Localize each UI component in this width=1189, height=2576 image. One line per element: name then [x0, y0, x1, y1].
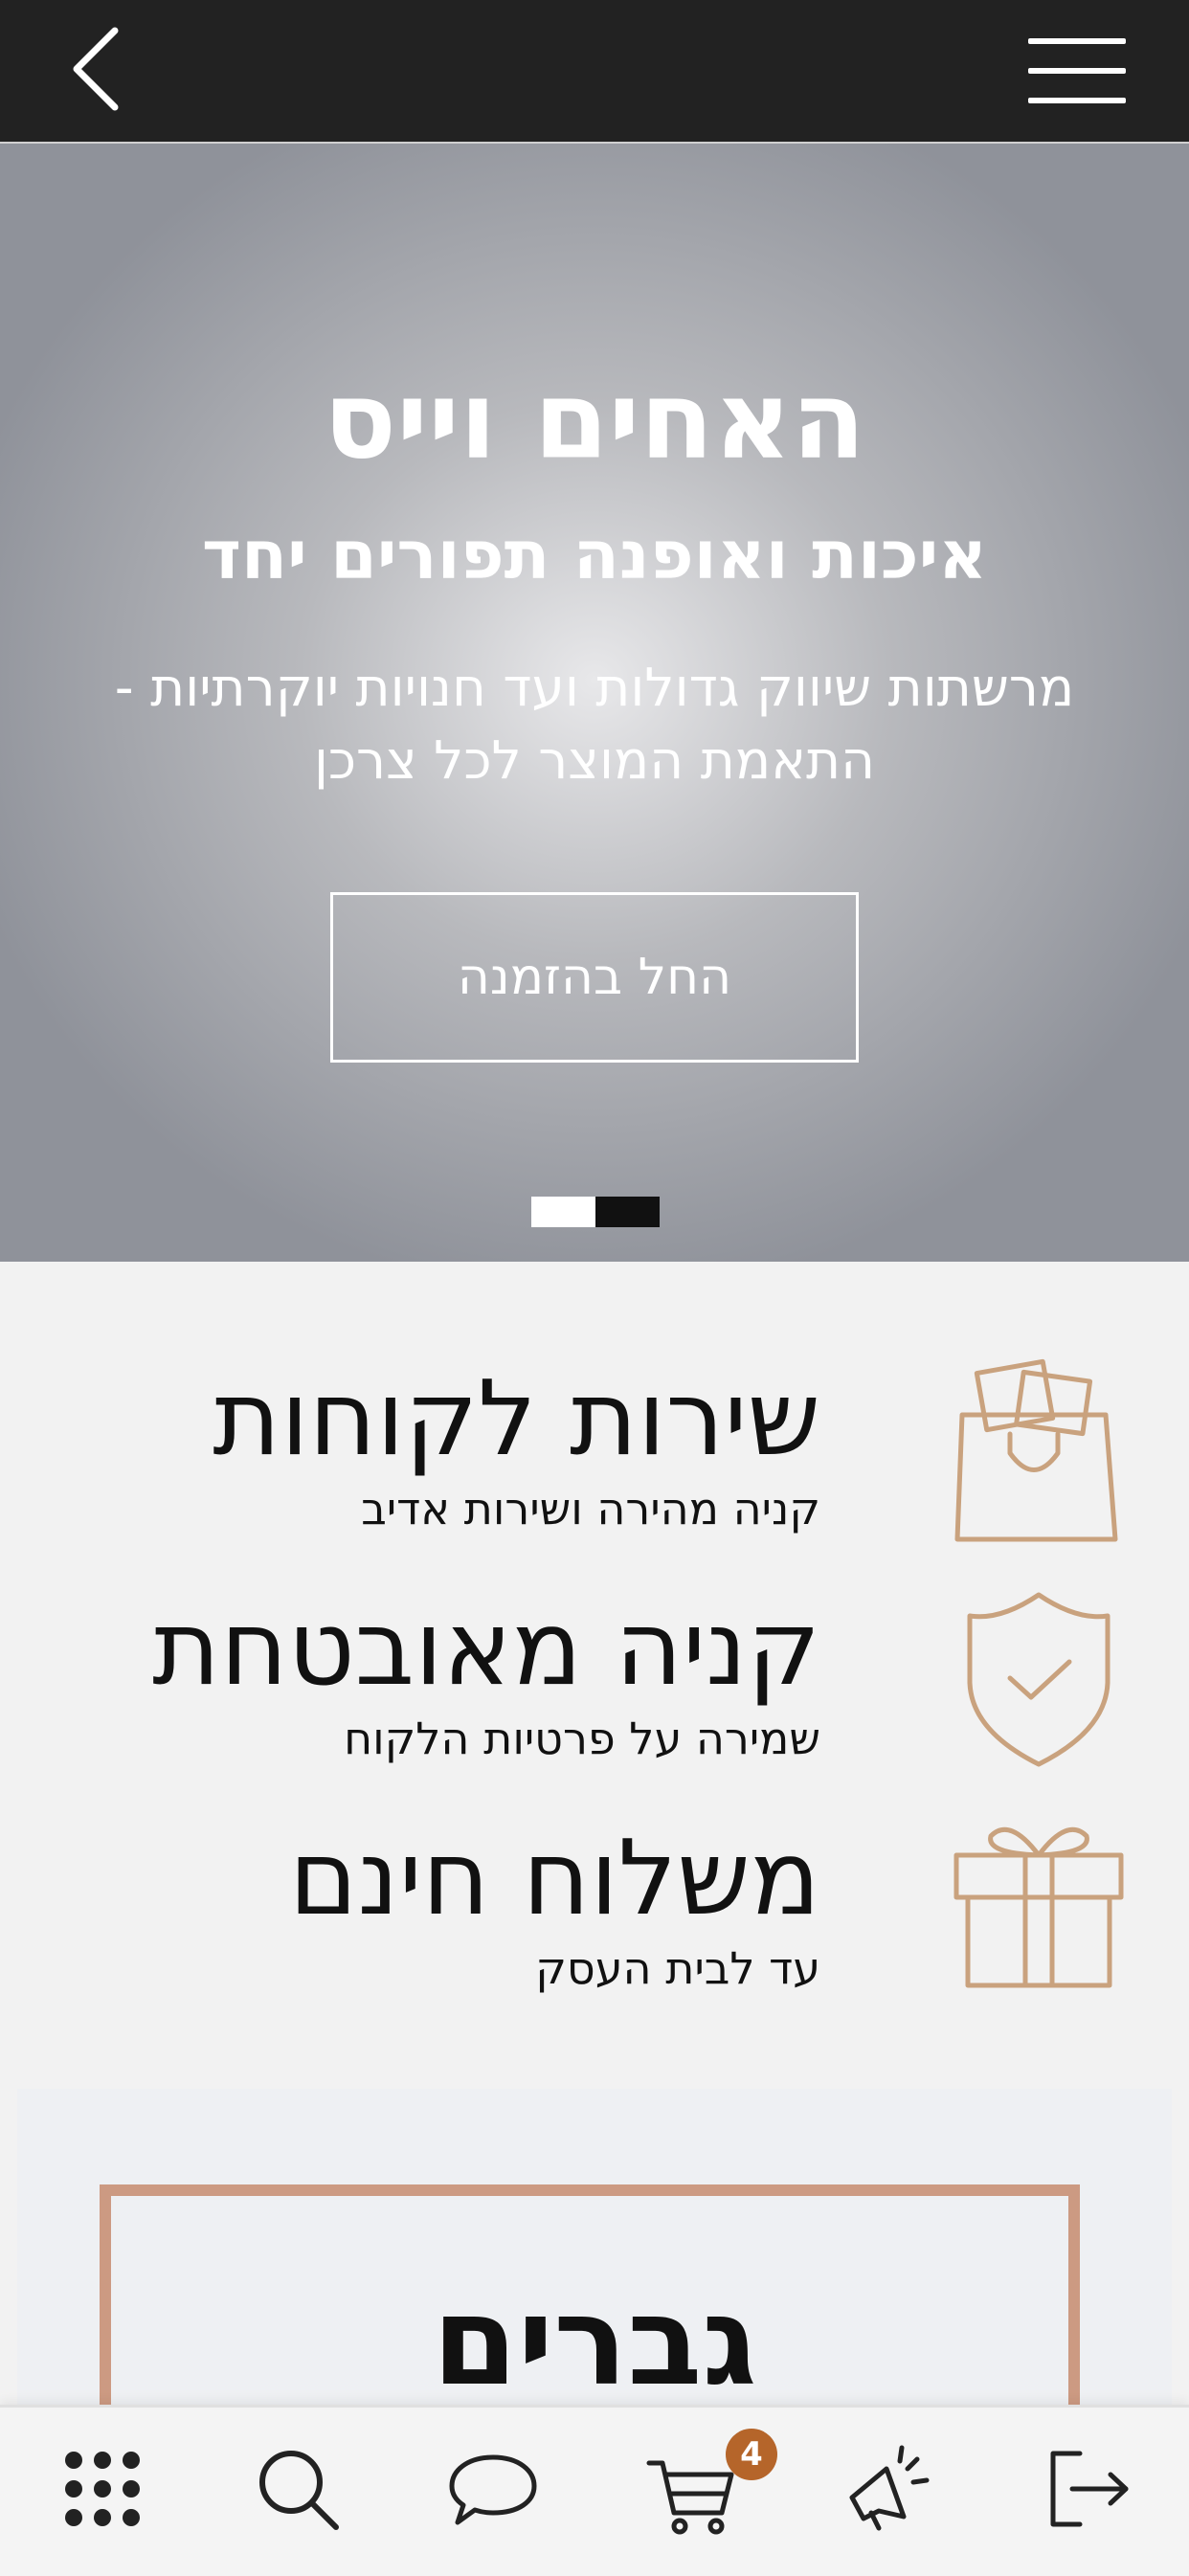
nav-search-button[interactable]	[245, 2436, 350, 2542]
category-men-banner[interactable]: גברים	[17, 2089, 1172, 2453]
megaphone-icon	[849, 2445, 930, 2531]
carousel-dot-2[interactable]	[595, 1197, 660, 1227]
feature-title: משלוח חינם	[288, 1819, 820, 1938]
hero-banner: האחים וייס איכות ואופנה תפורים יחד מרשתו…	[0, 144, 1189, 1262]
nav-chat-button[interactable]	[440, 2436, 546, 2542]
feature-secure-purchase: קניה מאובטחת שמירה על פרטיות הלקוח	[0, 1587, 1189, 1817]
shield-check-icon	[967, 1592, 1110, 1767]
feature-subtitle: עד לבית העסק	[535, 1942, 820, 1994]
logout-icon	[1050, 2451, 1129, 2527]
hero-subtitle: איכות ואופנה תפורים יחד	[201, 516, 988, 594]
cart-count-badge: 4	[726, 2429, 777, 2480]
nav-grid-button[interactable]	[50, 2436, 155, 2542]
back-button[interactable]	[56, 21, 151, 117]
shopping-bag-icon	[954, 1358, 1118, 1542]
feature-free-shipping: משלוח חינם עד לבית העסק	[0, 1817, 1189, 2047]
chevron-left-icon	[73, 27, 119, 111]
grid-icon	[65, 2452, 140, 2526]
hero-description: מרשתות שיווק גדולות ועד חנויות יוקרתיות …	[114, 657, 1075, 791]
carousel-indicator	[531, 1197, 660, 1227]
chat-icon	[449, 2454, 537, 2525]
search-icon	[259, 2451, 339, 2530]
menu-line-icon	[1028, 98, 1126, 103]
features-section: שירות לקוחות קניה מהירה ושירות אדיב קניה…	[0, 1262, 1189, 2077]
hero-title: האחים וייס	[324, 359, 865, 483]
top-bar	[0, 0, 1189, 144]
nav-logout-button[interactable]	[1034, 2436, 1139, 2542]
menu-line-icon	[1028, 38, 1126, 44]
hamburger-menu-button[interactable]	[1028, 38, 1126, 103]
gift-icon	[953, 1826, 1124, 1988]
feature-subtitle: שמירה על פרטיות הלקוח	[344, 1713, 820, 1764]
nav-announcements-button[interactable]	[835, 2436, 940, 2542]
category-label: גברים	[432, 2271, 757, 2413]
feature-title: שירות לקוחות	[213, 1359, 820, 1479]
carousel-dot-1[interactable]	[531, 1197, 595, 1227]
feature-title: קניה מאובטחת	[152, 1589, 820, 1709]
bottom-navigation: 4	[0, 2405, 1189, 2576]
menu-line-icon	[1028, 68, 1126, 74]
feature-customer-service: שירות לקוחות קניה מהירה ושירות אדיב	[0, 1357, 1189, 1587]
start-order-button[interactable]: החל בהזמנה	[330, 892, 859, 1063]
feature-subtitle: קניה מהירה ושירות אדיב	[361, 1483, 820, 1534]
